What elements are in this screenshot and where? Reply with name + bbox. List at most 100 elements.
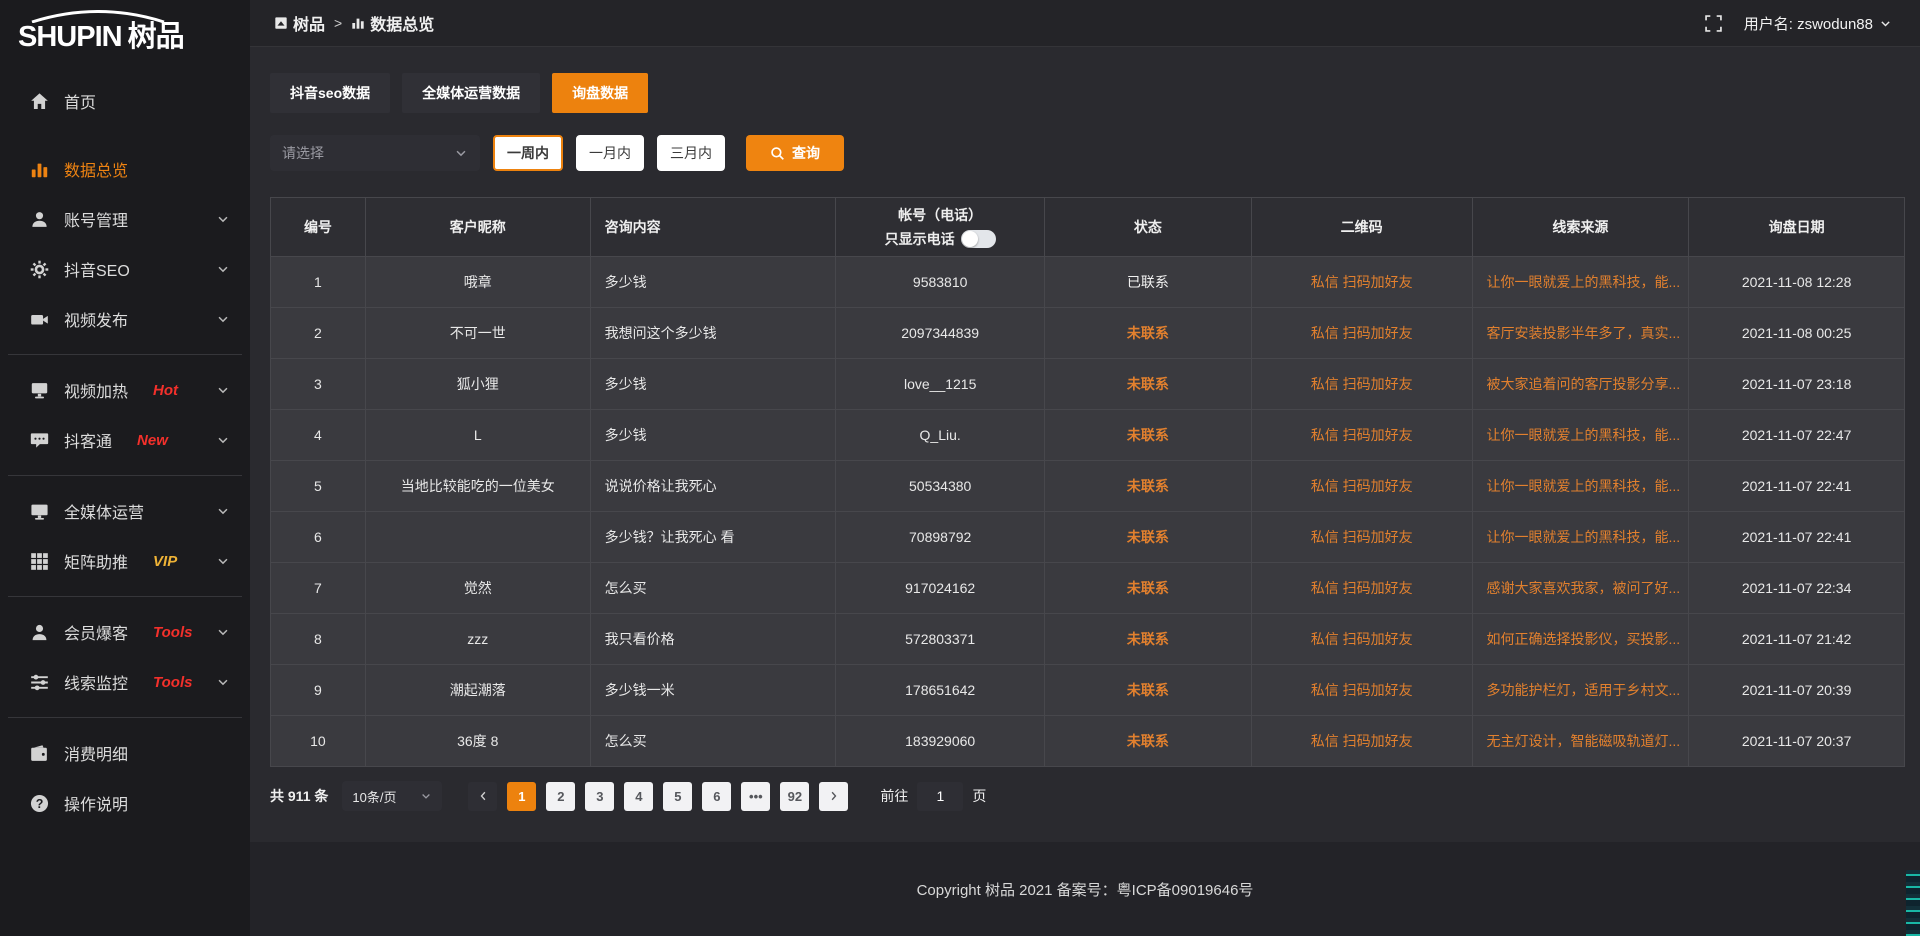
cell-qrcode-link[interactable]: 私信 扫码加好友 (1252, 563, 1473, 613)
sidebar-item-label: 账号管理 (64, 207, 128, 231)
cell-qrcode-link[interactable]: 私信 扫码加好友 (1252, 359, 1473, 409)
page-button-3[interactable]: 3 (585, 782, 614, 811)
sidebar-item-matrix-boost[interactable]: 矩阵助推 VIP (0, 536, 250, 586)
question-icon: ? (30, 794, 49, 813)
sidebar-item-label: 线索监控 (64, 670, 128, 694)
cell-source-link[interactable]: 感谢大家喜欢我家，被问了好... (1473, 563, 1690, 613)
cell-source-link[interactable]: 让你一眼就爱上的黑科技，能... (1473, 461, 1690, 511)
tab-inquiry-data[interactable]: 询盘数据 (552, 73, 648, 113)
chevron-left-icon (477, 790, 489, 802)
page-button-2[interactable]: 2 (546, 782, 575, 811)
cell-qrcode-link[interactable]: 私信 扫码加好友 (1252, 308, 1473, 358)
cell-id: 9 (271, 665, 366, 715)
cell-account: 178651642 (836, 665, 1045, 715)
cell-status: 未联系 (1045, 410, 1252, 460)
filter-select[interactable]: 请选择 (270, 135, 480, 171)
app: SHUPIN 树品 首页 数据总览 账号管理 抖音SEO (0, 0, 1920, 936)
cell-account: 70898792 (836, 512, 1045, 562)
grid-icon (30, 552, 49, 571)
cell-status: 未联系 (1045, 665, 1252, 715)
range-month-button[interactable]: 一月内 (576, 135, 644, 171)
cell-source-link[interactable]: 让你一眼就爱上的黑科技，能... (1473, 410, 1690, 460)
cell-qrcode-link[interactable]: 私信 扫码加好友 (1252, 665, 1473, 715)
wallet-icon (30, 744, 49, 763)
sidebar-item-label: 操作说明 (64, 791, 128, 815)
page-button-4[interactable]: 4 (624, 782, 653, 811)
next-page-button[interactable] (819, 782, 848, 811)
sidebar-item-label: 视频发布 (64, 307, 128, 331)
chevron-down-icon (216, 433, 230, 447)
cell-date: 2021-11-08 12:28 (1689, 257, 1904, 307)
cell-date: 2021-11-07 23:18 (1689, 359, 1904, 409)
cell-content: 说说价格让我死心 (591, 461, 837, 511)
cell-id: 3 (271, 359, 366, 409)
sliders-icon (30, 673, 49, 692)
prev-page-button[interactable] (468, 782, 497, 811)
sidebar-item-label: 抖音SEO (64, 257, 130, 281)
cell-id: 7 (271, 563, 366, 613)
breadcrumb-item-brand[interactable]: 树品 (274, 11, 325, 35)
sidebar-divider (8, 475, 242, 476)
breadcrumb-item-data-overview[interactable]: 数据总览 (351, 11, 434, 35)
chevron-down-icon (1879, 17, 1892, 30)
cell-qrcode-link[interactable]: 私信 扫码加好友 (1252, 614, 1473, 664)
cell-nickname: 36度 8 (366, 716, 591, 766)
sidebar-item-data-overview[interactable]: 数据总览 (0, 144, 250, 194)
table-row: 8 zzz 我只看价格 572803371 未联系 私信 扫码加好友 如何正确选… (271, 613, 1904, 664)
cell-source-link[interactable]: 让你一眼就爱上的黑科技，能... (1473, 257, 1690, 307)
home-icon (30, 92, 49, 111)
tab-omnimedia-data[interactable]: 全媒体运营数据 (402, 73, 540, 113)
sidebar-item-account-mgmt[interactable]: 账号管理 (0, 194, 250, 244)
cell-qrcode-link[interactable]: 私信 扫码加好友 (1252, 461, 1473, 511)
phone-only-toggle[interactable] (961, 230, 996, 248)
cell-id: 6 (271, 512, 366, 562)
sidebar-item-member-burst[interactable]: 会员爆客 Tools (0, 607, 250, 657)
col-header-content: 咨询内容 (591, 198, 837, 256)
tab-douyin-seo-data[interactable]: 抖音seo数据 (270, 73, 390, 113)
sidebar-item-home[interactable]: 首页 (0, 76, 250, 126)
col-header-account: 帐号（电话） 只显示电话 (836, 198, 1045, 256)
goto-page-input[interactable] (917, 782, 963, 811)
cell-qrcode-link[interactable]: 私信 扫码加好友 (1252, 512, 1473, 562)
sidebar-item-consumption-detail[interactable]: 消费明细 (0, 728, 250, 778)
range-quarter-button[interactable]: 三月内 (657, 135, 725, 171)
cell-status: 未联系 (1045, 716, 1252, 766)
range-week-button[interactable]: 一周内 (493, 135, 563, 171)
cell-source-link[interactable]: 客厅安装投影半年多了，真实... (1473, 308, 1690, 358)
sidebar-item-omnimedia[interactable]: 全媒体运营 (0, 486, 250, 536)
page-size-select[interactable]: 10条/页 (342, 781, 442, 811)
page-ellipsis-button[interactable]: ••• (741, 782, 770, 811)
sidebar-item-lead-monitor[interactable]: 线索监控 Tools (0, 657, 250, 707)
cell-source-link[interactable]: 被大家追着问的客厅投影分享... (1473, 359, 1690, 409)
page-button-last[interactable]: 92 (780, 782, 809, 811)
cell-status: 已联系 (1045, 257, 1252, 307)
sidebar-item-instructions[interactable]: ? 操作说明 (0, 778, 250, 828)
cell-source-link[interactable]: 让你一眼就爱上的黑科技，能... (1473, 512, 1690, 562)
chevron-down-icon (216, 504, 230, 518)
cell-status: 未联系 (1045, 461, 1252, 511)
sidebar-item-doukutong[interactable]: 抖客通 New (0, 415, 250, 465)
sidebar-item-video-publish[interactable]: 视频发布 (0, 294, 250, 344)
topbar: 树品 > 数据总览 用户名: zswodun88 (250, 0, 1920, 47)
search-button[interactable]: 查询 (746, 135, 844, 171)
cell-source-link[interactable]: 如何正确选择投影仪，买投影... (1473, 614, 1690, 664)
cell-qrcode-link[interactable]: 私信 扫码加好友 (1252, 410, 1473, 460)
user-menu[interactable]: 用户名: zswodun88 (1744, 13, 1892, 34)
sidebar-item-douyin-seo[interactable]: 抖音SEO (0, 244, 250, 294)
cell-nickname: 觉然 (366, 563, 591, 613)
page-button-5[interactable]: 5 (663, 782, 692, 811)
cell-content: 我想问这个多少钱 (591, 308, 837, 358)
sidebar-item-label: 首页 (64, 89, 96, 113)
cell-source-link[interactable]: 多功能护栏灯，适用于乡村文... (1473, 665, 1690, 715)
sidebar-item-video-heat[interactable]: 视频加热 Hot (0, 365, 250, 415)
cell-id: 2 (271, 308, 366, 358)
cell-qrcode-link[interactable]: 私信 扫码加好友 (1252, 257, 1473, 307)
cell-source-link[interactable]: 无主灯设计，智能磁吸轨道灯... (1473, 716, 1690, 766)
fullscreen-icon[interactable] (1705, 15, 1722, 32)
cell-qrcode-link[interactable]: 私信 扫码加好友 (1252, 716, 1473, 766)
cell-nickname: L (366, 410, 591, 460)
page-button-6[interactable]: 6 (702, 782, 731, 811)
cell-nickname: 潮起潮落 (366, 665, 591, 715)
cell-account: 50534380 (836, 461, 1045, 511)
page-button-1[interactable]: 1 (507, 782, 536, 811)
